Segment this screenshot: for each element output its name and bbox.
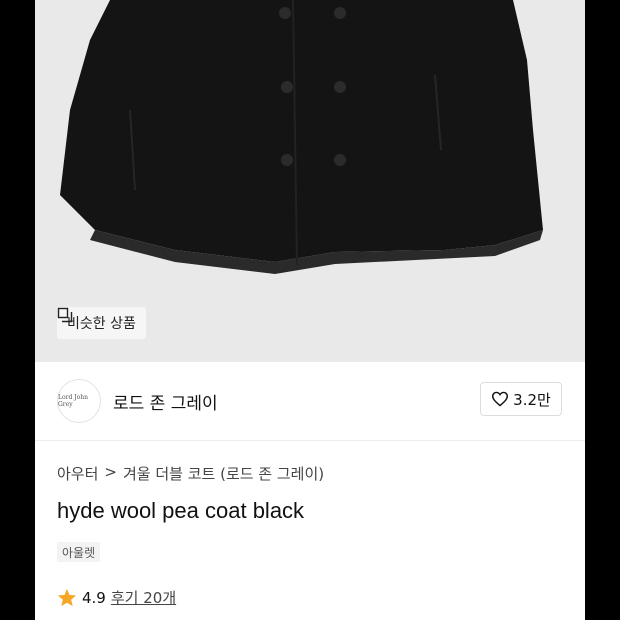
outlet-badge: 아울렛 <box>57 542 101 562</box>
like-count: 3.2만 <box>513 390 551 409</box>
heart-icon <box>492 391 509 407</box>
rating-score: 4.9 <box>82 588 106 607</box>
similar-products-button[interactable]: 비슷한 상품 <box>57 307 146 339</box>
review-count-link[interactable]: 후기 20개 <box>111 587 176 608</box>
stacked-squares-icon <box>57 307 73 323</box>
similar-products-label: 비슷한 상품 <box>67 316 136 332</box>
breadcrumb-item-category[interactable]: 아우터 <box>57 463 98 484</box>
like-button[interactable]: 3.2만 <box>480 382 562 416</box>
product-title: hyde wool pea coat black <box>57 498 305 523</box>
product-image[interactable]: 비슷한 상품 <box>35 0 585 362</box>
brand-logo[interactable]: Lord John Grey <box>57 379 101 423</box>
brand-name[interactable]: 로드 존 그레이 <box>113 389 218 414</box>
product-page: 비슷한 상품 Lord John Grey 로드 존 그레이 3.2만 아우터 … <box>35 0 585 620</box>
breadcrumb-item-subcategory[interactable]: 겨울 더블 코트 (로드 존 그레이) <box>123 463 324 484</box>
brand-logo-text: Lord John Grey <box>58 394 88 408</box>
rating-row: 4.9 후기 20개 <box>57 587 176 608</box>
breadcrumb: 아우터 > 겨울 더블 코트 (로드 존 그레이) <box>57 463 324 484</box>
breadcrumb-separator: > <box>104 463 117 481</box>
brand-row: Lord John Grey 로드 존 그레이 3.2만 <box>35 362 585 441</box>
star-icon <box>57 588 77 607</box>
